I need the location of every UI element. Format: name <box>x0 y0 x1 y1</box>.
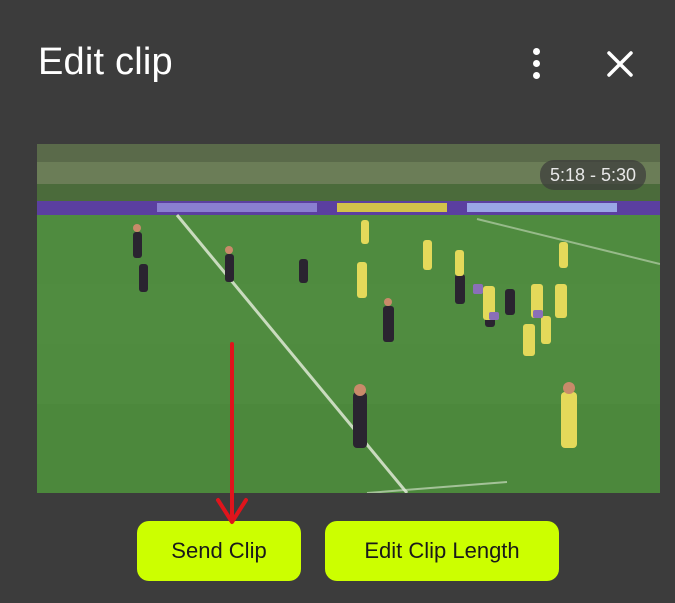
video-preview[interactable]: 5:18 - 5:30 <box>37 144 660 493</box>
send-clip-button[interactable]: Send Clip <box>137 521 301 581</box>
edit-clip-dialog: Edit clip 5:18 - 5:30 Send Clip Edit Cli… <box>0 0 675 603</box>
edit-clip-length-button[interactable]: Edit Clip Length <box>325 521 559 581</box>
dialog-title: Edit clip <box>38 41 173 83</box>
close-icon[interactable] <box>600 44 640 84</box>
more-options-icon[interactable] <box>522 44 552 84</box>
video-frame-image <box>37 144 660 493</box>
clip-time-range: 5:18 - 5:30 <box>539 160 646 190</box>
